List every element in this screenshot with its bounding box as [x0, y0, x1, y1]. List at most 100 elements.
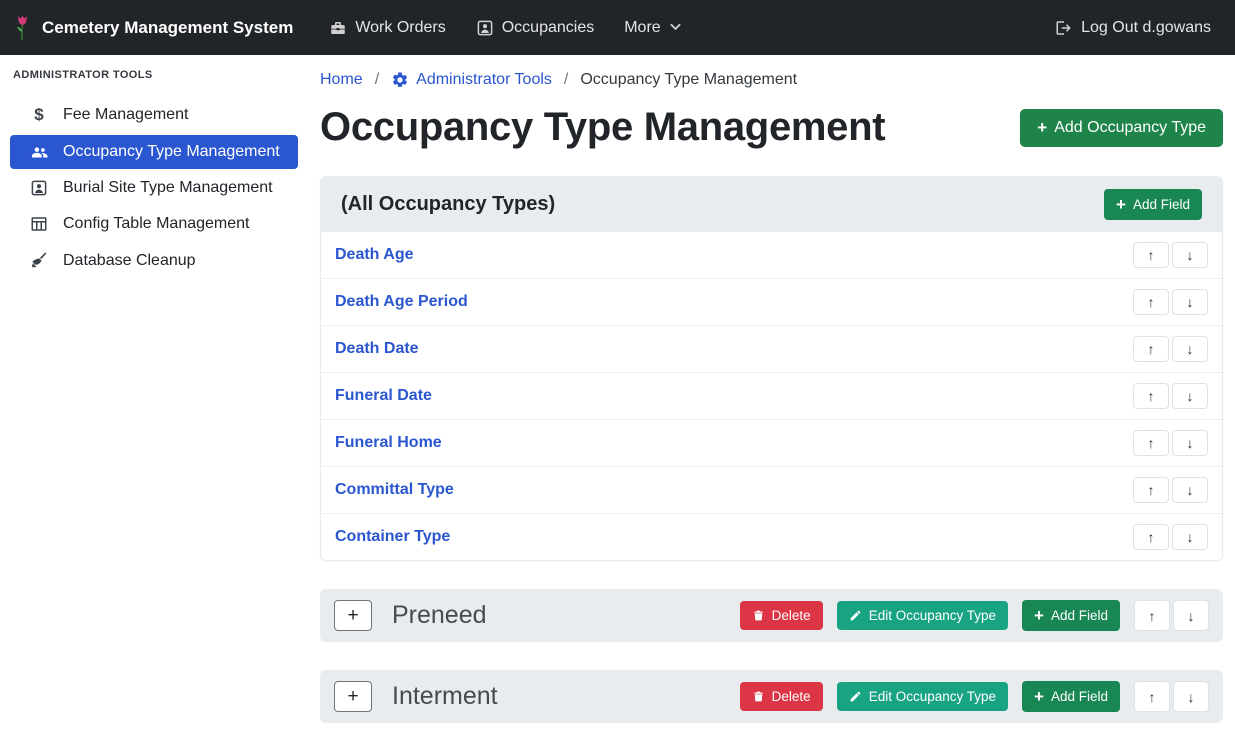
expand-plus-icon: + — [347, 687, 358, 706]
add-field-button[interactable]: + Add Field — [1104, 189, 1202, 220]
sidebar-item-burial-site-type-management[interactable]: Burial Site Type Management — [10, 171, 298, 205]
move-down-button[interactable]: ↓ — [1172, 383, 1208, 409]
field-link[interactable]: Committal Type — [335, 481, 454, 499]
add-field-button[interactable]: + Add Field — [1022, 600, 1120, 631]
move-up-button[interactable]: ↑ — [1134, 681, 1170, 712]
up-arrow-icon: ↑ — [1148, 341, 1155, 357]
edit-occupancy-type-label: Edit Occupancy Type — [869, 608, 996, 623]
field-link[interactable]: Death Age — [335, 246, 414, 264]
field-row: Funeral Date ↑ ↓ — [321, 373, 1222, 420]
move-up-button[interactable]: ↑ — [1133, 383, 1169, 409]
page-title: Occupancy Type Management — [320, 105, 885, 150]
field-link[interactable]: Container Type — [335, 528, 450, 546]
delete-button[interactable]: Delete — [740, 682, 823, 711]
field-link[interactable]: Death Date — [335, 340, 419, 358]
field-link[interactable]: Funeral Home — [335, 434, 442, 452]
move-down-button[interactable]: ↓ — [1173, 600, 1209, 631]
reorder-controls: ↑ ↓ — [1133, 477, 1208, 503]
down-arrow-icon: ↓ — [1187, 294, 1194, 310]
portrait-icon — [28, 179, 50, 197]
portrait-icon — [476, 19, 494, 37]
app-brand[interactable]: Cemetery Management System — [12, 14, 293, 41]
flower-logo-icon — [12, 14, 33, 41]
pencil-icon — [849, 609, 862, 622]
move-down-button[interactable]: ↓ — [1172, 242, 1208, 268]
logout-icon — [1055, 19, 1073, 37]
move-down-button[interactable]: ↓ — [1172, 524, 1208, 550]
reorder-controls: ↑ ↓ — [1133, 242, 1208, 268]
expand-button[interactable]: + — [334, 681, 372, 712]
move-down-button[interactable]: ↓ — [1172, 289, 1208, 315]
sidebar-item-label: Occupancy Type Management — [63, 143, 280, 161]
add-field-label: Add Field — [1051, 689, 1108, 704]
sidebar-header: ADMINISTRATOR TOOLS — [0, 69, 308, 95]
all-types-card-title: (All Occupancy Types) — [341, 193, 555, 216]
edit-occupancy-type-button[interactable]: Edit Occupancy Type — [837, 601, 1008, 630]
nav-occupancies-label: Occupancies — [502, 19, 595, 37]
move-up-button[interactable]: ↑ — [1133, 430, 1169, 456]
logout-link[interactable]: Log Out d.gowans — [1055, 19, 1211, 37]
reorder-controls: ↑ ↓ — [1133, 336, 1208, 362]
breadcrumb-current: Occupancy Type Management — [580, 71, 797, 89]
move-down-button[interactable]: ↓ — [1173, 681, 1209, 712]
field-link[interactable]: Death Age Period — [335, 293, 468, 311]
section-actions: Delete Edit Occupancy Type + Add Field ↑… — [740, 600, 1209, 631]
down-arrow-icon: ↓ — [1187, 341, 1194, 357]
move-down-button[interactable]: ↓ — [1172, 430, 1208, 456]
move-up-button[interactable]: ↑ — [1133, 242, 1169, 268]
sidebar-item-config-table-management[interactable]: Config Table Management — [10, 207, 298, 241]
sidebar-item-occupancy-type-management[interactable]: Occupancy Type Management — [10, 135, 298, 169]
move-up-button[interactable]: ↑ — [1133, 336, 1169, 362]
nav-more[interactable]: More — [624, 19, 681, 37]
dollar-icon: $ — [28, 105, 50, 125]
nav-occupancies[interactable]: Occupancies — [476, 19, 595, 37]
nav-work-orders[interactable]: Work Orders — [329, 19, 445, 37]
trash-icon — [752, 690, 765, 703]
nav-more-label: More — [624, 19, 660, 37]
breadcrumb-separator: / — [375, 71, 379, 89]
up-arrow-icon: ↑ — [1148, 294, 1155, 310]
field-row: Committal Type ↑ ↓ — [321, 467, 1222, 514]
field-row: Container Type ↑ ↓ — [321, 514, 1222, 560]
add-occupancy-type-button[interactable]: + Add Occupancy Type — [1020, 109, 1223, 147]
field-link[interactable]: Funeral Date — [335, 387, 432, 405]
down-arrow-icon: ↓ — [1187, 529, 1194, 545]
broom-icon — [28, 251, 50, 270]
move-down-button[interactable]: ↓ — [1172, 477, 1208, 503]
move-up-button[interactable]: ↑ — [1134, 600, 1170, 631]
delete-button[interactable]: Delete — [740, 601, 823, 630]
up-arrow-icon: ↑ — [1149, 689, 1156, 705]
up-arrow-icon: ↑ — [1149, 608, 1156, 624]
up-arrow-icon: ↑ — [1148, 529, 1155, 545]
nav-work-orders-label: Work Orders — [355, 19, 445, 37]
edit-occupancy-type-label: Edit Occupancy Type — [869, 689, 996, 704]
all-types-card-header: (All Occupancy Types) + Add Field — [321, 177, 1222, 232]
breadcrumb-admin-tools[interactable]: Administrator Tools — [391, 71, 552, 89]
toolbox-icon — [329, 19, 347, 37]
trash-icon — [752, 609, 765, 622]
sidebar: ADMINISTRATOR TOOLS $ Fee Management Occ… — [0, 55, 308, 738]
section-actions: Delete Edit Occupancy Type + Add Field ↑… — [740, 681, 1209, 712]
sidebar-item-fee-management[interactable]: $ Fee Management — [10, 97, 298, 133]
add-field-button[interactable]: + Add Field — [1022, 681, 1120, 712]
navbar-right: Log Out d.gowans — [1055, 19, 1211, 37]
expand-button[interactable]: + — [334, 600, 372, 631]
add-field-label: Add Field — [1051, 608, 1108, 623]
reorder-controls: ↑ ↓ — [1133, 383, 1208, 409]
delete-label: Delete — [772, 608, 811, 623]
breadcrumb-home[interactable]: Home — [320, 71, 363, 89]
sidebar-item-database-cleanup[interactable]: Database Cleanup — [10, 243, 298, 278]
move-down-button[interactable]: ↓ — [1172, 336, 1208, 362]
edit-occupancy-type-button[interactable]: Edit Occupancy Type — [837, 682, 1008, 711]
reorder-controls: ↑ ↓ — [1133, 289, 1208, 315]
expand-plus-icon: + — [347, 606, 358, 625]
breadcrumb-separator: / — [564, 71, 568, 89]
table-icon — [28, 215, 50, 233]
move-up-button[interactable]: ↑ — [1133, 477, 1169, 503]
breadcrumb-admin-tools-label: Administrator Tools — [416, 71, 552, 89]
plus-icon: + — [1034, 688, 1044, 705]
plus-icon: + — [1034, 607, 1044, 624]
move-up-button[interactable]: ↑ — [1133, 289, 1169, 315]
move-up-button[interactable]: ↑ — [1133, 524, 1169, 550]
chevron-down-icon — [669, 21, 682, 34]
